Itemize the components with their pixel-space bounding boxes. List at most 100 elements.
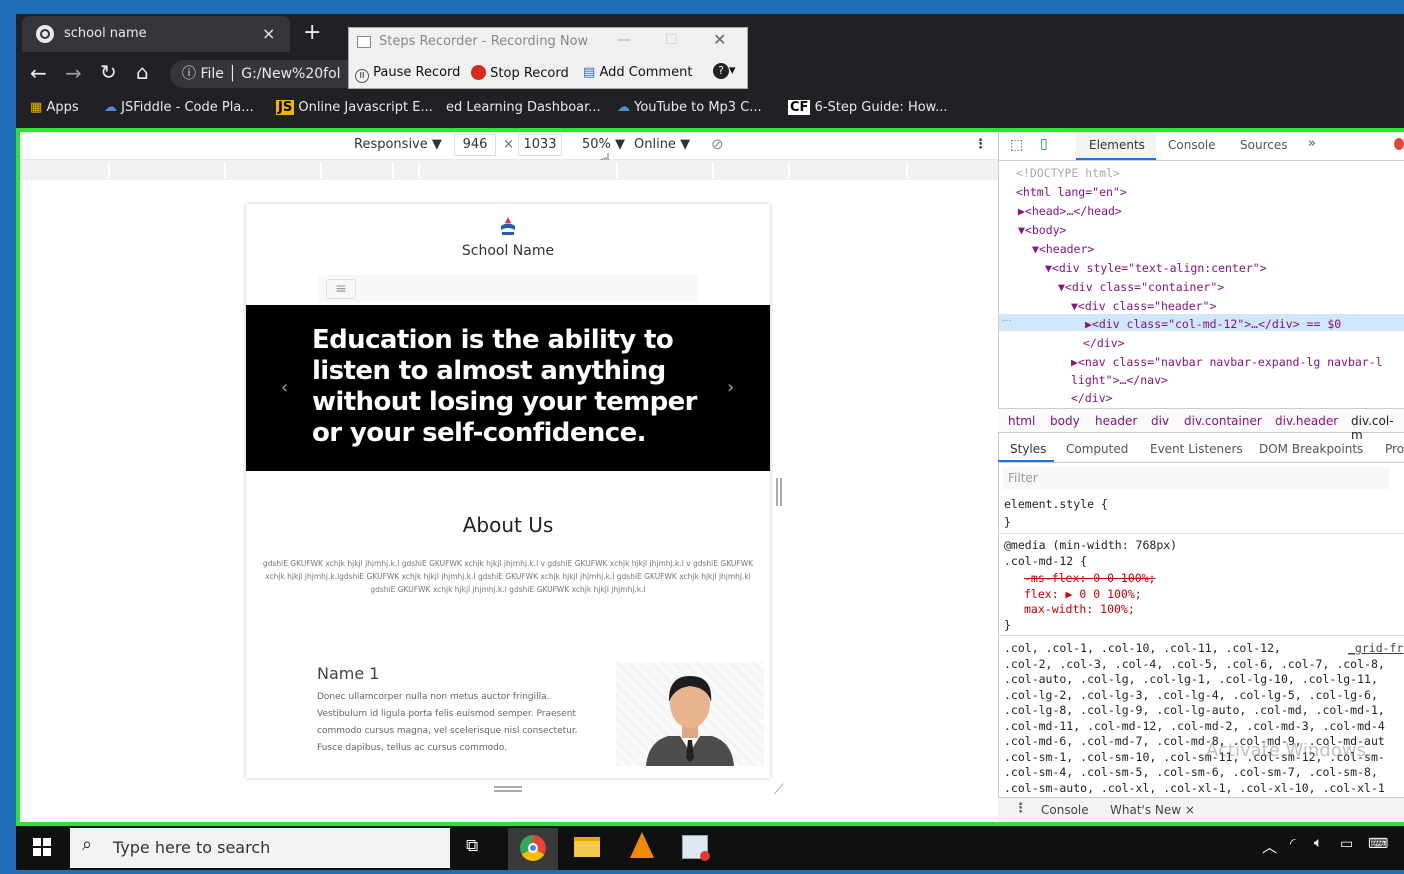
hamburger-menu-icon[interactable]: ≡	[326, 279, 356, 299]
dom-line[interactable]: </div>	[1083, 336, 1125, 350]
tab-event-listeners[interactable]: Event Listeners	[1150, 442, 1243, 456]
resize-handle-bottom[interactable]	[494, 786, 522, 792]
carousel-next-icon[interactable]: ›	[727, 377, 734, 398]
tab-sources[interactable]: Sources	[1240, 138, 1287, 152]
bookmark-learning[interactable]: ed Learning Dashboar...	[446, 98, 601, 118]
crumb-col[interactable]: div.col-m	[1351, 414, 1404, 442]
wifi-icon[interactable]: ◜	[1290, 836, 1295, 852]
add-comment-button[interactable]: ▤ Add Comment	[583, 65, 692, 80]
network-dropdown[interactable]: Online ▼	[634, 137, 690, 152]
dom-line[interactable]: ▶<head>…</head>	[1018, 204, 1122, 218]
ed-icon: ed	[446, 100, 463, 115]
resize-corner-icon[interactable]: ⟋	[774, 782, 784, 798]
tab-properties[interactable]: Pro	[1385, 442, 1404, 456]
forward-icon[interactable]: →	[65, 61, 82, 85]
reload-icon[interactable]: ↻	[100, 60, 117, 84]
battery-icon[interactable]: ▭	[1340, 836, 1353, 852]
node-ellipsis-icon[interactable]: ···	[1002, 316, 1012, 327]
drawer-menu-icon[interactable]: ⋮	[1014, 801, 1027, 816]
style-line: .col-md-11, .col-md-12, .col-md-2, .col-…	[1004, 719, 1385, 733]
dimension-separator: ×	[503, 137, 514, 152]
style-line: max-width: 100%;	[1024, 602, 1135, 616]
tab-elements[interactable]: Elements	[1089, 138, 1145, 152]
dom-line-selected[interactable]: ▶<div class="col-md-12">…</div> == $0	[1085, 317, 1341, 331]
bookmark-youtube-mp3[interactable]: ☁ YouTube to Mp3 C...	[617, 98, 762, 118]
more-tabs-icon[interactable]: »	[1308, 136, 1316, 151]
keyboard-icon[interactable]: ⌨	[1368, 836, 1388, 852]
dom-line[interactable]: ▼<body>	[1018, 223, 1066, 237]
tray-chevron-icon[interactable]: ︿	[1262, 836, 1277, 857]
bookmark-6-step[interactable]: CF 6-Step Guide: How...	[788, 98, 948, 118]
style-line: }	[1004, 618, 1011, 632]
tab-styles[interactable]: Styles	[1010, 442, 1046, 456]
dom-line[interactable]: ▼<div class="container">	[1058, 280, 1224, 294]
style-line: .col-lg-2, .col-lg-3, .col-lg-4, .col-lg…	[1004, 688, 1378, 702]
crumb-html[interactable]: html	[1008, 414, 1035, 428]
pause-icon: II	[355, 69, 369, 83]
help-icon[interactable]: ? ▾	[713, 63, 736, 79]
crumb-header-div[interactable]: div.header	[1275, 414, 1338, 428]
bookmark-apps[interactable]: ▦ Apps	[30, 98, 79, 118]
volume-icon[interactable]: 🔈︎	[1314, 835, 1322, 851]
crumb-div[interactable]: div	[1151, 414, 1169, 428]
stop-record-button[interactable]: Stop Record	[471, 65, 569, 81]
hero-carousel: Education is the ability to listen to al…	[246, 305, 770, 471]
site-brand[interactable]: School Name	[246, 243, 770, 259]
back-icon[interactable]: ←	[30, 61, 47, 85]
dom-line[interactable]: light">…</nav>	[1071, 373, 1168, 387]
new-tab-button[interactable]: +	[303, 20, 321, 45]
dom-line[interactable]: ▼<div class="header">	[1071, 299, 1216, 313]
crumb-header[interactable]: header	[1095, 414, 1137, 428]
drawer-tab-whats-new[interactable]: What's New ×	[1110, 803, 1195, 817]
steps-recorder-taskbar-icon[interactable]	[682, 835, 710, 861]
styles-filter-input[interactable]: Filter	[1002, 467, 1390, 489]
crumb-container[interactable]: div.container	[1184, 414, 1262, 428]
crumb-body[interactable]: body	[1050, 414, 1080, 428]
file-explorer-icon[interactable]	[574, 837, 600, 857]
chrome-icon[interactable]	[520, 835, 546, 861]
pause-record-button[interactable]: II Pause Record	[355, 65, 460, 83]
more-options-icon[interactable]: ⋮	[974, 137, 987, 152]
activate-windows-watermark: Activate Windows	[1206, 740, 1366, 761]
tab-close-button[interactable]: ×	[262, 16, 282, 52]
inspect-element-icon[interactable]: ⬚	[1010, 137, 1023, 153]
person-name: Name 1	[317, 664, 380, 683]
style-line: @media (min-width: 768px)	[1004, 538, 1178, 552]
close-icon[interactable]: ✕	[713, 30, 726, 49]
style-line: .col-lg-8, .col-lg-9, .col-lg-auto, .col…	[1004, 703, 1385, 717]
address-bar[interactable]: ⓘ File │ G:/New%20fol	[170, 60, 360, 88]
dom-line[interactable]: <html lang="en">	[1016, 185, 1127, 199]
tab-console[interactable]: Console	[1168, 138, 1216, 152]
responsive-dropdown[interactable]: Responsive ▼	[354, 137, 442, 152]
carousel-prev-icon[interactable]: ‹	[281, 377, 288, 398]
address-file-label: File	[200, 66, 224, 82]
task-view-icon[interactable]: ⧉	[466, 836, 478, 856]
bookmark-jsfiddle[interactable]: ☁ JSFiddle - Code Pla...	[104, 98, 254, 118]
error-badge-icon[interactable]	[1394, 138, 1404, 150]
maximize-icon: ☐	[665, 32, 678, 48]
tab-computed[interactable]: Computed	[1066, 442, 1128, 456]
dom-line[interactable]: </div>	[1071, 391, 1113, 405]
dom-line[interactable]: <!DOCTYPE html>	[1016, 166, 1120, 180]
resize-handle-right[interactable]	[776, 478, 782, 506]
dom-line[interactable]: ▼<header>	[1032, 242, 1094, 256]
bookmark-online-js[interactable]: JS Online Javascript E...	[276, 98, 433, 118]
viewport-height-input[interactable]: 1033	[518, 134, 562, 156]
minimize-icon[interactable]: —	[617, 32, 631, 48]
windows-start-icon[interactable]	[33, 838, 51, 860]
rotate-icon[interactable]: ⊘	[711, 135, 724, 153]
device-toggle-icon[interactable]: ▯	[1040, 136, 1048, 152]
browser-tab[interactable]: school name	[22, 16, 290, 52]
taskbar-search-placeholder: Type here to search	[113, 838, 271, 857]
home-icon[interactable]: ⌂	[136, 60, 149, 84]
dom-line[interactable]: ▼<div style="text-align:center">	[1045, 261, 1267, 275]
drawer-tab-console[interactable]: Console	[1041, 803, 1089, 817]
jsfiddle-icon: ☁	[104, 100, 117, 115]
cf-icon: CF	[788, 100, 811, 115]
dom-line[interactable]: ▶<nav class="navbar navbar-expand-lg nav…	[1071, 355, 1383, 369]
recorder-title: Steps Recorder - Recording Now	[379, 34, 589, 49]
vlc-icon[interactable]	[630, 832, 654, 858]
stylesheet-link[interactable]: _grid-fr	[1348, 641, 1403, 655]
viewport-width-input[interactable]: 946	[454, 134, 496, 156]
tab-dom-breakpoints[interactable]: DOM Breakpoints	[1259, 442, 1363, 456]
